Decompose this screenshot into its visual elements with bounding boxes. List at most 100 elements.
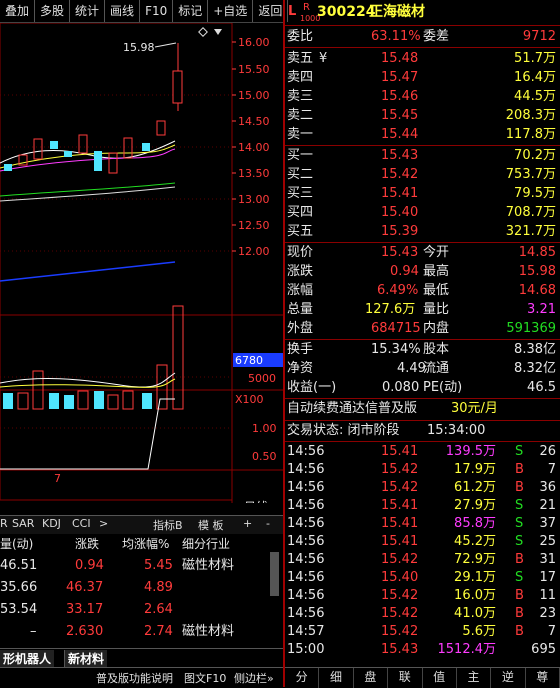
diamond-icon[interactable] — [198, 27, 208, 37]
tick-row[interactable]: 14:56 15.40 29.1万 S 17 — [285, 569, 560, 587]
tick-direction: B — [515, 552, 524, 567]
help-link[interactable]: 普及版功能说明 — [96, 670, 173, 686]
bid-row[interactable]: 买二 15.42 753.7万 — [285, 165, 560, 185]
table-row[interactable]: 46.51 0.94 5.45 磁性材料 — [0, 556, 283, 576]
price-tick: 16.00 — [238, 36, 270, 49]
tick-row[interactable]: 14:56 15.42 61.2万 B 36 — [285, 479, 560, 497]
table-row[interactable]: 35.66 46.37 4.89 — [0, 578, 283, 598]
f10-button[interactable]: F10 — [140, 0, 174, 22]
quote-row: 涨跌 0.94 最高 15.98 — [287, 264, 556, 279]
tick-volume: 27.9万 — [454, 498, 496, 513]
tab-r[interactable]: R — [0, 517, 8, 530]
vol-unit: X100 — [235, 393, 264, 406]
tick-direction: S — [515, 534, 524, 549]
ask-row[interactable]: 卖四 15.47 16.4万 — [285, 68, 560, 88]
tick-row[interactable]: 15:00 15.43 1512.4万 695 — [285, 641, 560, 659]
x-tick: 7 — [54, 472, 61, 485]
gridlines — [0, 94, 232, 429]
tab-template[interactable]: 模 板 — [198, 517, 224, 533]
tick-row[interactable]: 14:56 15.41 27.9万 S 21 — [285, 497, 560, 515]
add-watchlist-button[interactable]: +自选 — [208, 0, 254, 22]
tab-cci[interactable]: CCI — [72, 517, 91, 530]
bid-row[interactable]: 买五 15.39 321.7万 — [285, 222, 560, 242]
price-tick: 15.00 — [238, 89, 270, 102]
ask-row[interactable]: 卖五 ¥ 15.48 51.7万 — [285, 49, 560, 69]
tab-zhu[interactable]: 主 — [457, 668, 492, 688]
tick-time: 14:57 — [287, 624, 325, 639]
tick-direction: B — [515, 606, 524, 621]
tick-row[interactable]: 14:56 15.41 139.5万 S 26 — [285, 443, 560, 461]
tick-price: 15.42 — [381, 552, 419, 567]
tick-row[interactable]: 14:56 15.41 85.8万 S 37 — [285, 515, 560, 533]
tick-row[interactable]: 14:56 15.42 72.9万 B 31 — [285, 551, 560, 569]
table-scrollbar[interactable] — [270, 552, 279, 596]
table-header: 量(动) 涨跌 均涨幅% 细分行业 — [0, 537, 231, 551]
tab-lian[interactable]: 联 — [388, 668, 423, 688]
tick-volume: 16.0万 — [454, 588, 496, 603]
tick-count: 37 — [539, 516, 556, 531]
sidebar-toggle[interactable]: 侧边栏» — [234, 670, 274, 686]
ask-row[interactable]: 卖一 15.44 117.8万 — [285, 125, 560, 145]
ask-row[interactable]: 卖三 15.46 44.5万 — [285, 87, 560, 107]
tick-volume: 85.8万 — [454, 516, 496, 531]
vol-tick: 5000 — [248, 372, 276, 385]
triangle-icon[interactable] — [214, 29, 222, 35]
tick-volume: 41.0万 — [454, 606, 496, 621]
tick-direction: B — [515, 588, 524, 603]
zoom-in-button[interactable]: + — [243, 517, 252, 530]
tick-count: 695 — [531, 642, 556, 657]
tab-fen[interactable]: 分 — [285, 668, 320, 688]
tab-pan[interactable]: 盘 — [354, 668, 389, 688]
mark-button[interactable]: 标记 — [173, 0, 209, 22]
tick-row[interactable]: 14:56 15.42 16.0万 B 11 — [285, 587, 560, 605]
tab-zhi[interactable]: 值 — [423, 668, 457, 688]
tick-price: 15.40 — [381, 570, 419, 585]
tab-xi[interactable]: 细 — [319, 668, 354, 688]
table-row[interactable]: – 2.630 2.74 磁性材料 — [0, 622, 283, 642]
multi-stock-button[interactable]: 多股 — [35, 0, 71, 22]
tick-count: 7 — [547, 624, 556, 639]
sector-tab[interactable]: 新材料 — [64, 650, 108, 667]
tick-row[interactable]: 14:56 15.42 41.0万 B 23 — [285, 605, 560, 623]
table-row[interactable]: 53.54 33.17 2.64 — [0, 600, 283, 620]
trade-status: 交易状态: 闭市阶段 15:34:00 — [287, 423, 486, 438]
overlay-button[interactable]: 叠加 — [0, 0, 36, 22]
bid-row[interactable]: 买一 15.43 70.2万 — [285, 146, 560, 166]
kline-chart[interactable]: 16.00 15.50 15.00 14.50 14.00 13.50 13.0… — [0, 23, 283, 503]
tick-price: 15.42 — [381, 480, 419, 495]
price-tick: 15.50 — [238, 63, 270, 76]
tick-time: 14:56 — [287, 498, 325, 513]
bid-row[interactable]: 买三 15.41 79.5万 — [285, 184, 560, 204]
draw-line-button[interactable]: 画线 — [105, 0, 141, 22]
price-tick: 13.50 — [238, 167, 270, 180]
tick-direction: S — [515, 498, 524, 513]
tick-row[interactable]: 14:57 15.42 5.6万 B 7 — [285, 623, 560, 641]
tab-sar[interactable]: SAR — [12, 517, 34, 530]
tab-more[interactable]: > — [99, 517, 108, 530]
tab-kdj[interactable]: KDJ — [42, 517, 61, 530]
indicator-tabs: R SAR KDJ CCI > 指标B 模 板 + - — [0, 515, 283, 534]
tab-indicator-b[interactable]: 指标B — [153, 517, 183, 533]
tick-volume: 45.2万 — [454, 534, 496, 549]
stats-row: 收益(一) 0.080 PE(动) 46.5 — [287, 380, 556, 395]
tab-zun[interactable]: 尊 — [526, 668, 560, 688]
tick-count: 26 — [539, 444, 556, 459]
commission-row: 委比 63.11% 委差 9712 — [287, 29, 556, 44]
tick-count: 36 — [539, 480, 556, 495]
zoom-out-button[interactable]: - — [266, 517, 270, 530]
tab-ni[interactable]: 逆 — [491, 668, 526, 688]
ask-row[interactable]: 卖二 15.45 208.3万 — [285, 106, 560, 126]
tick-row[interactable]: 14:56 15.41 45.2万 S 25 — [285, 533, 560, 551]
sector-tab[interactable]: 形机器人 — [0, 650, 55, 667]
promo-banner[interactable]: 自动续费通达信普及版 30元/月 — [285, 399, 560, 419]
tick-time: 14:56 — [287, 606, 325, 621]
stats-button[interactable]: 统计 — [70, 0, 106, 22]
quote-row: 涨幅 6.49% 最低 14.68 — [287, 283, 556, 298]
tick-row[interactable]: 14:56 15.42 17.9万 B 7 — [285, 461, 560, 479]
tick-price: 15.42 — [381, 624, 419, 639]
tick-count: 31 — [539, 552, 556, 567]
tick-direction: S — [515, 570, 524, 585]
f10-link[interactable]: 图文F10 — [184, 670, 226, 686]
bid-row[interactable]: 买四 15.40 708.7万 — [285, 203, 560, 223]
price-tick: 12.00 — [238, 245, 270, 258]
